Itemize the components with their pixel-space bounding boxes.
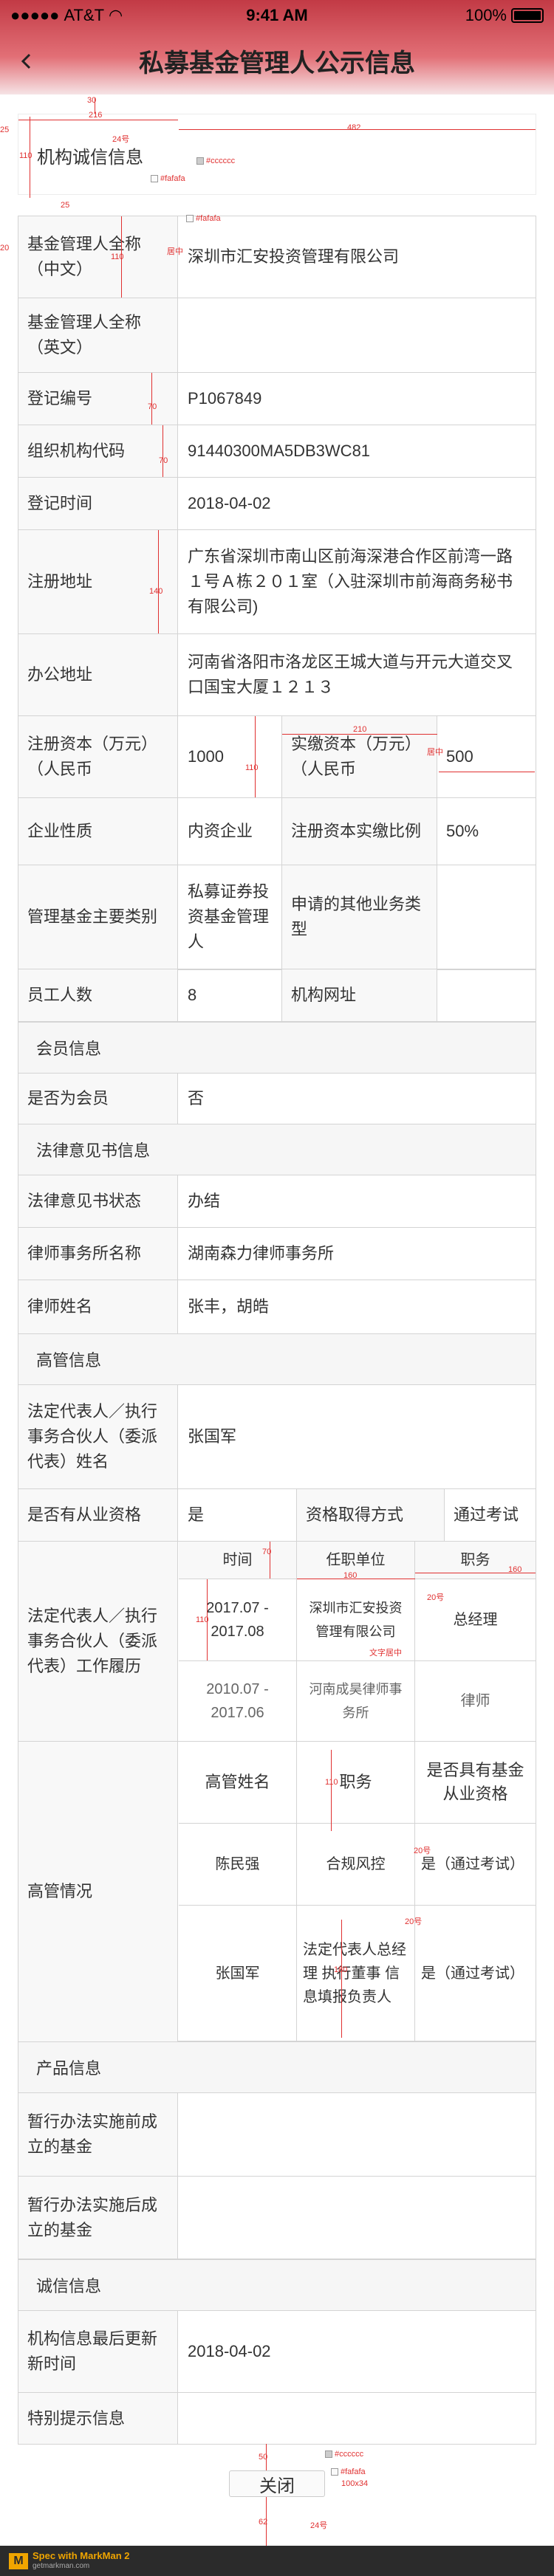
value-staff: 8 bbox=[179, 969, 282, 1021]
value-nature: 内资企业 bbox=[179, 798, 282, 865]
value-rep: 张国军 bbox=[188, 1427, 237, 1446]
resume-unit: 河南成昊律师事务所 bbox=[297, 1661, 415, 1741]
label-name-cn: 基金管理人全称（中文） bbox=[18, 216, 178, 298]
value-capital: 1000 bbox=[179, 716, 282, 797]
label-reg-no: 登记编号 bbox=[18, 373, 178, 425]
label-org-code: 组织机构代码 bbox=[18, 425, 178, 477]
label-type: 管理基金主要类别 bbox=[18, 865, 178, 969]
value-org-code: 91440300MA5DB3WC81 bbox=[188, 442, 371, 460]
value-website bbox=[437, 969, 536, 1021]
value-special bbox=[179, 2393, 536, 2444]
label-fund-after: 暂行办法实施后成立的基金 bbox=[18, 2177, 178, 2259]
label-fund-before: 暂行办法实施前成立的基金 bbox=[18, 2093, 178, 2176]
label-reg-time: 登记时间 bbox=[18, 478, 178, 529]
spec-annotation: 25 bbox=[61, 201, 70, 210]
value-law-firm: 湖南森力律师事务所 bbox=[188, 1244, 335, 1263]
battery-icon bbox=[511, 8, 544, 23]
value-reg-no: P1067849 bbox=[188, 389, 262, 408]
value-other bbox=[437, 865, 536, 969]
status-bar: ●●●●● AT&T ◠ 9:41 AM 100% bbox=[0, 0, 554, 30]
label-nature: 企业性质 bbox=[18, 798, 178, 865]
spec-annotation: #cccccc bbox=[325, 2450, 363, 2459]
value-name-cn: 深圳市汇安投资管理有限公司 bbox=[188, 247, 400, 266]
mgmt-role: 合规风控 bbox=[297, 1824, 415, 1905]
resume-unit: 深圳市汇安投资管理有限公司 bbox=[297, 1579, 415, 1660]
value-is-member: 否 bbox=[188, 1089, 205, 1107]
resume-header-time: 时间 bbox=[179, 1542, 297, 1579]
value-reg-addr: 广东省深圳市南山区前海深港合作区前湾一路１号Ａ栋２０１室（入驻深圳市前海商务秘书… bbox=[188, 547, 513, 616]
resume-time: 2010.07 - 2017.06 bbox=[179, 1661, 297, 1741]
value-name-en bbox=[179, 298, 536, 372]
label-other: 申请的其他业务类型 bbox=[282, 865, 437, 969]
label-office: 办公地址 bbox=[18, 634, 178, 715]
label-mgmt: 高管情况 bbox=[18, 1742, 178, 2041]
label-staff: 员工人数 bbox=[18, 969, 178, 1021]
mgmt-header-name: 高管姓名 bbox=[179, 1742, 297, 1823]
spec-annotation: 24号 bbox=[310, 2521, 328, 2530]
spec-annotation: 20 bbox=[0, 244, 10, 253]
label-resume: 法定代表人／执行事务合伙人（委派代表）工作履历 bbox=[18, 1542, 178, 1741]
label-legal-status: 法律意见书状态 bbox=[18, 1175, 178, 1227]
value-legal-status: 办结 bbox=[188, 1192, 221, 1210]
spec-annotation: #fafafa bbox=[331, 2467, 366, 2476]
label-ratio: 注册资本实缴比例 bbox=[282, 798, 437, 865]
exec-section-header: 高管信息 bbox=[18, 1333, 536, 1385]
resume-role: 律师 bbox=[460, 1693, 490, 1709]
section-title: 机构诚信信息 bbox=[37, 148, 143, 168]
legal-section-header: 法律意见书信息 bbox=[18, 1124, 536, 1175]
label-reg-addr: 注册地址 bbox=[18, 530, 178, 633]
value-office: 河南省洛阳市洛龙区王城大道与开元大道交叉口国宝大厦１２１３ bbox=[188, 653, 513, 696]
battery-percent: 100% bbox=[465, 6, 507, 24]
spec-annotation: 25 bbox=[0, 126, 10, 134]
value-reg-time: 2018-04-02 bbox=[188, 494, 271, 512]
credit-section-header: 诚信信息 bbox=[18, 2259, 536, 2311]
mgmt-qual: 是（通过考试） bbox=[421, 1856, 524, 1872]
product-section-header: 产品信息 bbox=[18, 2041, 536, 2093]
markman-logo-icon: M bbox=[9, 2552, 28, 2569]
value-update-time: 2018-04-02 bbox=[188, 2342, 271, 2360]
label-lawyer: 律师姓名 bbox=[18, 1280, 178, 1333]
value-fund-before bbox=[179, 2093, 536, 2176]
label-name-en: 基金管理人全称（英文） bbox=[18, 298, 178, 372]
mgmt-header-role: 职务 bbox=[297, 1742, 415, 1823]
value-lawyer: 张丰，胡皓 bbox=[188, 1297, 270, 1316]
label-qual: 是否有从业资格 bbox=[18, 1489, 178, 1541]
label-paid: 实缴资本（万元）（人民币 bbox=[282, 716, 437, 797]
spec-annotation: 100x34 bbox=[341, 2479, 369, 2488]
resume-time: 2017.07 - 2017.08 bbox=[179, 1579, 297, 1660]
label-special: 特别提示信息 bbox=[18, 2393, 178, 2444]
mgmt-name: 张国军 bbox=[179, 1906, 297, 2041]
mgmt-name: 陈民强 bbox=[179, 1824, 297, 1905]
label-website: 机构网址 bbox=[282, 969, 437, 1021]
footer-brand: Spec with MarkMan 2 bbox=[33, 2549, 130, 2561]
label-is-member: 是否为会员 bbox=[18, 1074, 178, 1124]
page-title: 私募基金管理人公示信息 bbox=[139, 49, 415, 78]
markman-footer: M Spec with MarkMan 2 getmarkman.com bbox=[0, 2546, 554, 2576]
label-update-time: 机构信息最后更新新时间 bbox=[18, 2311, 178, 2392]
mgmt-qual: 是（通过考试） bbox=[421, 1965, 524, 1982]
resume-role: 总经理 bbox=[453, 1612, 498, 1628]
label-rep: 法定代表人／执行事务合伙人（委派代表）姓名 bbox=[18, 1385, 178, 1488]
value-qual: 是 bbox=[179, 1489, 297, 1541]
value-ratio: 50% bbox=[446, 822, 479, 840]
label-law-firm: 律师事务所名称 bbox=[18, 1228, 178, 1280]
nav-bar: ●●●●● AT&T ◠ 9:41 AM 100% 私募基金管理人公示信息 bbox=[0, 0, 554, 95]
value-fund-after bbox=[179, 2177, 536, 2259]
mgmt-role: 法定代表人总经理 执行董事 信息填报负责人 bbox=[297, 1906, 415, 2041]
close-button[interactable]: 关闭 bbox=[229, 2470, 325, 2497]
value-qual-way: 通过考试 bbox=[454, 1505, 519, 1524]
footer-site: getmarkman.com bbox=[33, 2561, 90, 2570]
mgmt-header-qual: 是否具有基金从业资格 bbox=[426, 1761, 524, 1803]
value-paid: 500 bbox=[446, 747, 473, 766]
label-qual-way: 资格取得方式 bbox=[297, 1489, 445, 1541]
label-capital: 注册资本（万元）（人民币 bbox=[18, 716, 178, 797]
value-type: 私募证券投资基金管理人 bbox=[179, 865, 282, 969]
member-section-header: 会员信息 bbox=[18, 1022, 536, 1074]
integrity-section-header: 机构诚信信息 bbox=[18, 114, 536, 195]
resume-header-unit: 任职单位 bbox=[297, 1542, 415, 1579]
